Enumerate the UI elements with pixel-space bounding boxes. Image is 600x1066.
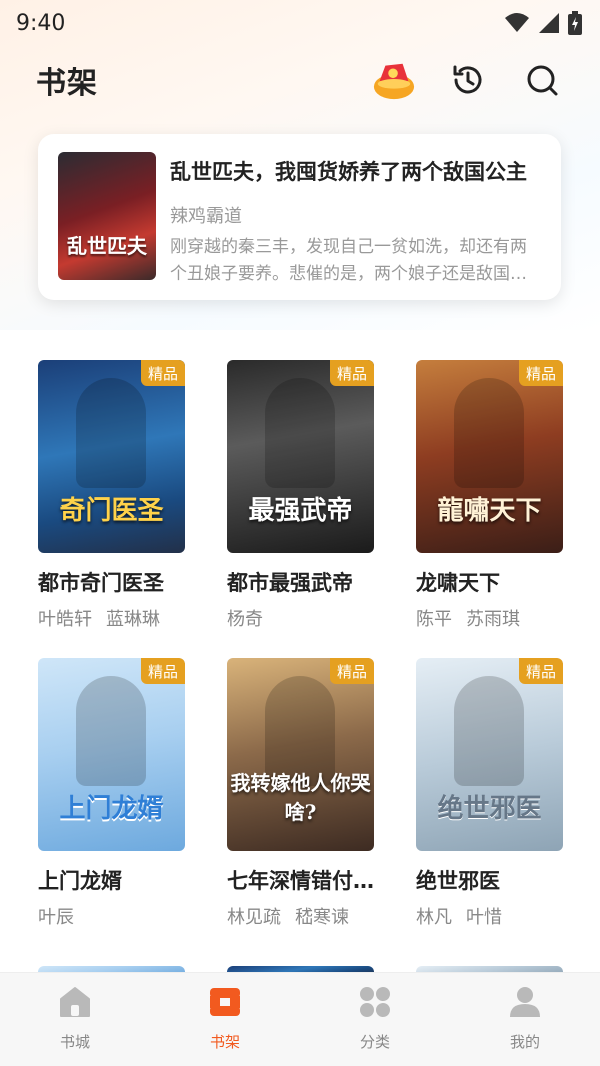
history-button[interactable] — [446, 58, 490, 102]
cover-figure — [454, 676, 524, 786]
book-authors: 陈平 苏雨琪 — [416, 605, 563, 631]
cover-title: 奇门医圣 — [59, 496, 164, 526]
book-authors: 林凡 叶惜 — [416, 903, 563, 929]
book-cover: 精品 绝世邪医 — [416, 658, 563, 851]
nav-item-bookstore[interactable]: 书城 — [0, 973, 150, 1066]
book-author: 叶惜 — [466, 907, 502, 928]
premium-badge: 精品 — [141, 360, 185, 386]
book-author: 林见疏 — [227, 907, 281, 928]
premium-badge: 精品 — [330, 360, 374, 386]
book-cover: 精品 最强武帝 — [227, 360, 374, 553]
search-icon — [527, 65, 558, 96]
nav-label: 书城 — [59, 1033, 90, 1051]
recent-book-description: 刚穿越的秦三丰，发现自己一贫如洗，却还有两个丑娘子要养。悲催的是，两个娘子还是敌… — [170, 237, 527, 284]
recent-book-info: 乱世匹夫，我囤货娇养了两个敌国公主 辣鸡霸道 刚穿越的秦三丰，发现自己一贫如洗，… — [170, 152, 541, 284]
book-author: 叶皓轩 — [38, 609, 92, 630]
book-item[interactable]: 精品 绝世邪医 绝世邪医 林凡 叶惜 — [416, 658, 563, 956]
bookshelf-icon — [206, 983, 244, 1021]
book-authors: 叶辰 — [38, 903, 185, 929]
book-cover: 精品 上门龙婿 — [38, 658, 185, 851]
premium-badge: 精品 — [141, 658, 185, 684]
book-author: 陈平 — [416, 609, 452, 630]
book-item[interactable]: 精品 我转嫁他人你哭啥? 七年深情错付，我转嫁他人你哭啥 林见疏嵇寒谏 — [227, 658, 374, 956]
book-item[interactable]: 精品 龍嘯天下 龙啸天下 陈平 苏雨琪 — [416, 360, 563, 658]
premium-badge: 精品 — [330, 658, 374, 684]
book-author: 叶辰 — [38, 907, 74, 928]
page-title: 书架 — [36, 66, 98, 101]
bottom-nav: 书城 书架 分类 我的 — [0, 972, 600, 1066]
book-title: 都市奇门医圣 — [38, 571, 164, 595]
book-author: 蓝琳琳 — [106, 609, 160, 630]
status-icons — [504, 11, 582, 35]
book-item[interactable]: 精品 最强武帝 都市最强武帝 杨奇 — [227, 360, 374, 658]
recent-book-author: 辣鸡霸道 — [170, 206, 242, 227]
wifi-icon — [505, 13, 529, 32]
book-author: 苏雨琪 — [466, 609, 520, 630]
signal-icon — [539, 13, 559, 33]
status-bar: 9:40 — [0, 0, 600, 46]
cover-title: 上门龙婿 — [59, 794, 164, 824]
book-author: 嵇寒谏 — [295, 907, 349, 928]
recent-reading-card[interactable]: 乱世匹夫 乱世匹夫，我囤货娇养了两个敌国公主 辣鸡霸道 刚穿越的秦三丰，发现自己… — [38, 134, 561, 300]
header: 书架 — [0, 52, 600, 108]
profile-icon — [506, 983, 544, 1021]
book-title: 绝世邪医 — [416, 869, 500, 893]
cover-title: 最强武帝 — [248, 496, 353, 526]
book-title: 上门龙婿 — [38, 869, 122, 893]
bookshelf-grid: 精品 奇门医圣 都市奇门医圣 叶皓轩 蓝琳琳 精品 最强武帝 都市最强武帝 杨奇 … — [38, 360, 563, 956]
book-title: 都市最强武帝 — [227, 571, 353, 595]
red-packet-icon — [373, 63, 415, 100]
nav-item-category[interactable]: 分类 — [300, 973, 450, 1066]
cover-figure — [265, 378, 335, 488]
book-authors: 叶皓轩 蓝琳琳 — [38, 605, 185, 631]
book-item[interactable]: 精品 上门龙婿 上门龙婿 叶辰 — [38, 658, 185, 956]
book-authors: 林见疏 嵇寒谏 — [227, 903, 374, 929]
cover-title: 绝世邪医 — [437, 794, 542, 824]
book-cover: 精品 奇门医圣 — [38, 360, 185, 553]
nav-item-profile[interactable]: 我的 — [450, 973, 600, 1066]
recent-book-title: 乱世匹夫，我囤货娇养了两个敌国公主 — [170, 160, 527, 184]
cover-title: 我转嫁他人你哭啥? — [230, 771, 371, 824]
cover-figure — [454, 378, 524, 488]
book-title: 龙啸天下 — [416, 571, 500, 595]
nav-label: 书架 — [209, 1033, 240, 1051]
nav-label: 分类 — [359, 1033, 390, 1051]
book-title: 七年深情错付，我转嫁他人你哭啥 — [227, 869, 374, 893]
cover-title: 龍嘯天下 — [437, 496, 542, 526]
book-author: 杨奇 — [227, 609, 263, 630]
history-icon — [453, 65, 482, 94]
recent-cover-title: 乱世匹夫 — [67, 234, 147, 258]
nav-item-bookshelf[interactable]: 书架 — [150, 973, 300, 1066]
premium-badge: 精品 — [519, 658, 563, 684]
cover-figure — [76, 676, 146, 786]
book-cover: 精品 龍嘯天下 — [416, 360, 563, 553]
home-icon — [56, 983, 94, 1021]
recent-book-cover: 乱世匹夫 — [58, 152, 156, 280]
search-button[interactable] — [520, 58, 564, 102]
book-cover: 精品 我转嫁他人你哭啥? — [227, 658, 374, 851]
cover-figure — [76, 378, 146, 488]
battery-icon — [568, 11, 582, 35]
header-actions — [372, 58, 564, 102]
book-authors: 杨奇 — [227, 605, 374, 631]
book-author: 林凡 — [416, 907, 452, 928]
red-packet-button[interactable] — [372, 58, 416, 102]
category-icon — [356, 983, 394, 1021]
premium-badge: 精品 — [519, 360, 563, 386]
status-time: 9:40 — [16, 10, 66, 36]
book-item[interactable]: 精品 奇门医圣 都市奇门医圣 叶皓轩 蓝琳琳 — [38, 360, 185, 658]
nav-label: 我的 — [509, 1033, 540, 1051]
